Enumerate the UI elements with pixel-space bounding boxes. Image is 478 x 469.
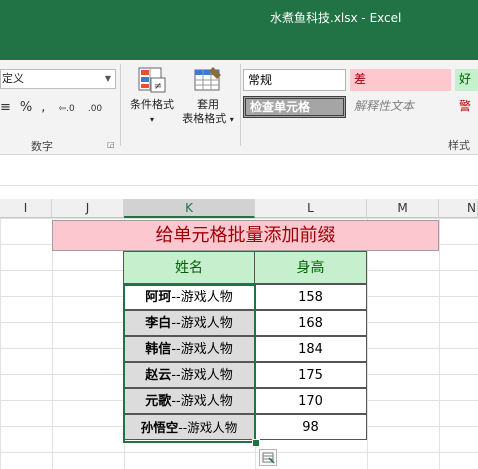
quick-analysis-icon bbox=[262, 452, 275, 464]
column-header-m[interactable]: M bbox=[367, 199, 439, 218]
column-header-j[interactable]: J bbox=[52, 199, 124, 218]
column-header-k[interactable]: K bbox=[124, 199, 255, 218]
name-suffix: --游戏人物 bbox=[171, 316, 233, 331]
name-suffix: --游戏人物 bbox=[171, 290, 233, 305]
chevron-down-icon[interactable]: ▼ bbox=[105, 70, 111, 88]
percent-style-button[interactable]: % bbox=[20, 100, 32, 115]
grid-line bbox=[367, 218, 368, 469]
group-divider bbox=[240, 64, 241, 146]
table-format-label-1: 套用 bbox=[197, 98, 219, 111]
format-as-table-button[interactable]: 套用 表格格式 ▾ bbox=[178, 66, 238, 127]
name-cell[interactable]: 孙悟空--游戏人物 bbox=[123, 414, 255, 440]
name-cell[interactable]: 韩信--游戏人物 bbox=[123, 336, 255, 362]
column-header-i[interactable]: I bbox=[0, 199, 52, 218]
name-prefix: 赵云 bbox=[145, 368, 172, 383]
formula-bar[interactable] bbox=[0, 155, 478, 186]
style-explanatory[interactable]: 解释性文本 bbox=[350, 96, 451, 118]
name-cell[interactable]: 阿珂--游戏人物 bbox=[123, 284, 255, 310]
increase-decimal-icon[interactable]: ⇦.0 bbox=[59, 104, 75, 114]
height-cell[interactable]: 168 bbox=[254, 310, 367, 336]
header-name-cell[interactable]: 姓名 bbox=[123, 251, 255, 284]
style-warning[interactable]: 警 bbox=[455, 96, 478, 118]
styles-group-label: 样式 bbox=[448, 139, 470, 152]
grid-line bbox=[439, 218, 440, 469]
name-cell[interactable]: 李白--游戏人物 bbox=[123, 310, 255, 336]
height-cell[interactable]: 175 bbox=[254, 362, 367, 388]
title-bar: 水煮鱼科技.xlsx - Excel bbox=[0, 0, 478, 60]
number-format-value: 定义 bbox=[2, 72, 24, 85]
style-good[interactable]: 好 bbox=[455, 69, 478, 91]
conditional-format-icon: ≠ bbox=[138, 67, 166, 93]
decrease-decimal-icon[interactable]: .00 bbox=[88, 104, 102, 114]
style-normal[interactable]: 常规 bbox=[243, 69, 346, 91]
svg-text:≠: ≠ bbox=[154, 81, 162, 92]
name-prefix: 阿珂 bbox=[145, 290, 172, 305]
name-suffix: --游戏人物 bbox=[171, 394, 233, 409]
group-divider bbox=[120, 64, 121, 146]
number-group-label: 数字 bbox=[31, 140, 53, 153]
ribbon: 定义 ▼ ≡%, ⇦.0 .00 数字 ◲ ≠ 条件格式 ▾ 套用 表格格式 ▾… bbox=[0, 60, 478, 155]
height-cell[interactable]: 98 bbox=[254, 414, 367, 440]
table-format-icon bbox=[194, 67, 221, 91]
conditional-format-button[interactable]: ≠ 条件格式 ▾ bbox=[124, 66, 180, 127]
chevron-down-icon: ▾ bbox=[149, 115, 154, 124]
height-cell[interactable]: 170 bbox=[254, 388, 367, 414]
name-cell[interactable]: 赵云--游戏人物 bbox=[123, 362, 255, 388]
name-prefix: 孙悟空 bbox=[140, 420, 179, 435]
name-suffix: --游戏人物 bbox=[171, 368, 233, 383]
comma-style-button[interactable]: , bbox=[41, 100, 45, 115]
title-banner-cell[interactable]: 给单元格批量添加前缀 bbox=[52, 220, 439, 251]
number-buttons: ≡%, ⇦.0 .00 bbox=[0, 100, 111, 115]
column-header-n[interactable]: N bbox=[439, 199, 478, 218]
window-title: 水煮鱼科技.xlsx - Excel bbox=[270, 11, 402, 25]
header-height-cell[interactable]: 身高 bbox=[254, 251, 367, 284]
chevron-down-icon: ▾ bbox=[229, 115, 234, 124]
quick-analysis-button[interactable] bbox=[259, 449, 277, 466]
name-cell[interactable]: 元歌--游戏人物 bbox=[123, 388, 255, 414]
table-format-label-2: 表格格式 bbox=[182, 112, 227, 125]
style-check-cell[interactable]: 检查单元格 bbox=[243, 96, 346, 118]
number-format-select[interactable]: 定义 ▼ bbox=[0, 69, 116, 89]
conditional-format-label: 条件格式 bbox=[130, 98, 174, 111]
dialog-launcher-icon[interactable]: ◲ bbox=[107, 140, 115, 149]
grid-line bbox=[52, 218, 53, 469]
name-prefix: 元歌 bbox=[145, 394, 172, 409]
height-cell[interactable]: 184 bbox=[254, 336, 367, 362]
name-prefix: 韩信 bbox=[145, 342, 172, 357]
height-cell[interactable]: 158 bbox=[254, 284, 367, 310]
name-suffix: --游戏人物 bbox=[178, 420, 238, 435]
style-bad[interactable]: 差 bbox=[350, 69, 451, 91]
column-header-l[interactable]: L bbox=[255, 199, 367, 218]
name-prefix: 李白 bbox=[145, 316, 172, 331]
accounting-format-button[interactable]: ≡ bbox=[0, 100, 11, 115]
name-suffix: --游戏人物 bbox=[171, 342, 233, 357]
fill-handle[interactable] bbox=[252, 439, 260, 447]
